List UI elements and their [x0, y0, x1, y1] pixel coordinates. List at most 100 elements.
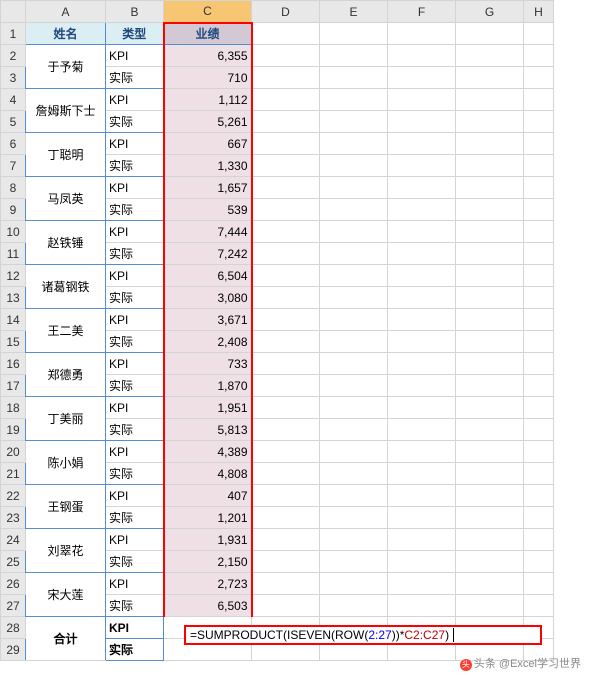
empty-cell[interactable]: [456, 529, 524, 551]
empty-cell[interactable]: [252, 441, 320, 463]
empty-cell[interactable]: [252, 419, 320, 441]
empty-cell[interactable]: [252, 199, 320, 221]
empty-cell[interactable]: [388, 463, 456, 485]
empty-cell[interactable]: [252, 463, 320, 485]
empty-cell[interactable]: [524, 177, 554, 199]
name-cell[interactable]: 赵铁锤: [26, 221, 106, 265]
type-cell[interactable]: 实际: [106, 111, 164, 133]
empty-cell[interactable]: [456, 265, 524, 287]
empty-cell[interactable]: [388, 485, 456, 507]
empty-cell[interactable]: [524, 419, 554, 441]
row-header-4[interactable]: 4: [1, 89, 26, 111]
empty-cell[interactable]: [524, 111, 554, 133]
empty-cell[interactable]: [388, 441, 456, 463]
header-type[interactable]: 类型: [106, 23, 164, 45]
value-cell[interactable]: 1,931: [164, 529, 252, 551]
summary-actual-label[interactable]: 实际: [106, 639, 164, 661]
empty-cell[interactable]: [252, 375, 320, 397]
empty-cell[interactable]: [252, 551, 320, 573]
empty-cell[interactable]: [456, 287, 524, 309]
value-cell[interactable]: 5,261: [164, 111, 252, 133]
empty-cell[interactable]: [524, 45, 554, 67]
empty-cell[interactable]: [252, 353, 320, 375]
name-cell[interactable]: 詹姆斯下士: [26, 89, 106, 133]
empty-cell[interactable]: [524, 67, 554, 89]
value-cell[interactable]: 1,330: [164, 155, 252, 177]
col-header-B[interactable]: B: [106, 1, 164, 23]
type-cell[interactable]: KPI: [106, 177, 164, 199]
type-cell[interactable]: KPI: [106, 353, 164, 375]
type-cell[interactable]: KPI: [106, 397, 164, 419]
row-header-16[interactable]: 16: [1, 353, 26, 375]
empty-cell[interactable]: [252, 45, 320, 67]
value-cell[interactable]: 7,444: [164, 221, 252, 243]
empty-cell[interactable]: [524, 221, 554, 243]
name-cell[interactable]: 宋大莲: [26, 573, 106, 617]
empty-cell[interactable]: [524, 485, 554, 507]
empty-cell[interactable]: [252, 243, 320, 265]
empty-cell[interactable]: [252, 595, 320, 617]
empty-cell[interactable]: [252, 155, 320, 177]
empty-cell[interactable]: [388, 243, 456, 265]
value-cell[interactable]: 6,503: [164, 595, 252, 617]
type-cell[interactable]: 实际: [106, 419, 164, 441]
empty-cell[interactable]: [252, 573, 320, 595]
empty-cell[interactable]: [388, 45, 456, 67]
empty-cell[interactable]: [456, 353, 524, 375]
empty-cell[interactable]: [252, 23, 320, 45]
empty-cell[interactable]: [388, 551, 456, 573]
empty-cell[interactable]: [320, 309, 388, 331]
value-cell[interactable]: 1,201: [164, 507, 252, 529]
empty-cell[interactable]: [320, 529, 388, 551]
row-header-7[interactable]: 7: [1, 155, 26, 177]
empty-cell[interactable]: [320, 441, 388, 463]
value-cell[interactable]: 3,080: [164, 287, 252, 309]
name-cell[interactable]: 郑德勇: [26, 353, 106, 397]
empty-cell[interactable]: [388, 67, 456, 89]
empty-cell[interactable]: [252, 507, 320, 529]
type-cell[interactable]: KPI: [106, 221, 164, 243]
empty-cell[interactable]: [524, 463, 554, 485]
row-header-14[interactable]: 14: [1, 309, 26, 331]
row-header-11[interactable]: 11: [1, 243, 26, 265]
empty-cell[interactable]: [524, 375, 554, 397]
empty-cell[interactable]: [456, 177, 524, 199]
empty-cell[interactable]: [456, 89, 524, 111]
row-header-8[interactable]: 8: [1, 177, 26, 199]
empty-cell[interactable]: [524, 507, 554, 529]
row-header-26[interactable]: 26: [1, 573, 26, 595]
row-header-1[interactable]: 1: [1, 23, 26, 45]
empty-cell[interactable]: [320, 177, 388, 199]
empty-cell[interactable]: [320, 67, 388, 89]
empty-cell[interactable]: [388, 221, 456, 243]
empty-cell[interactable]: [252, 287, 320, 309]
empty-cell[interactable]: [456, 133, 524, 155]
header-name[interactable]: 姓名: [26, 23, 106, 45]
row-header-13[interactable]: 13: [1, 287, 26, 309]
empty-cell[interactable]: [388, 287, 456, 309]
col-header-G[interactable]: G: [456, 1, 524, 23]
empty-cell[interactable]: [524, 23, 554, 45]
col-header-F[interactable]: F: [388, 1, 456, 23]
row-header-22[interactable]: 22: [1, 485, 26, 507]
empty-cell[interactable]: [388, 331, 456, 353]
empty-cell[interactable]: [456, 45, 524, 67]
empty-cell[interactable]: [320, 331, 388, 353]
value-cell[interactable]: 1,870: [164, 375, 252, 397]
empty-cell[interactable]: [252, 133, 320, 155]
empty-cell[interactable]: [524, 441, 554, 463]
type-cell[interactable]: 实际: [106, 243, 164, 265]
empty-cell[interactable]: [320, 287, 388, 309]
type-cell[interactable]: 实际: [106, 331, 164, 353]
row-header-21[interactable]: 21: [1, 463, 26, 485]
empty-cell[interactable]: [252, 309, 320, 331]
value-cell[interactable]: 5,813: [164, 419, 252, 441]
empty-cell[interactable]: [456, 155, 524, 177]
value-cell[interactable]: 4,808: [164, 463, 252, 485]
empty-cell[interactable]: [388, 353, 456, 375]
empty-cell[interactable]: [456, 221, 524, 243]
row-header-19[interactable]: 19: [1, 419, 26, 441]
row-header-12[interactable]: 12: [1, 265, 26, 287]
value-cell[interactable]: 1,657: [164, 177, 252, 199]
value-cell[interactable]: 2,723: [164, 573, 252, 595]
